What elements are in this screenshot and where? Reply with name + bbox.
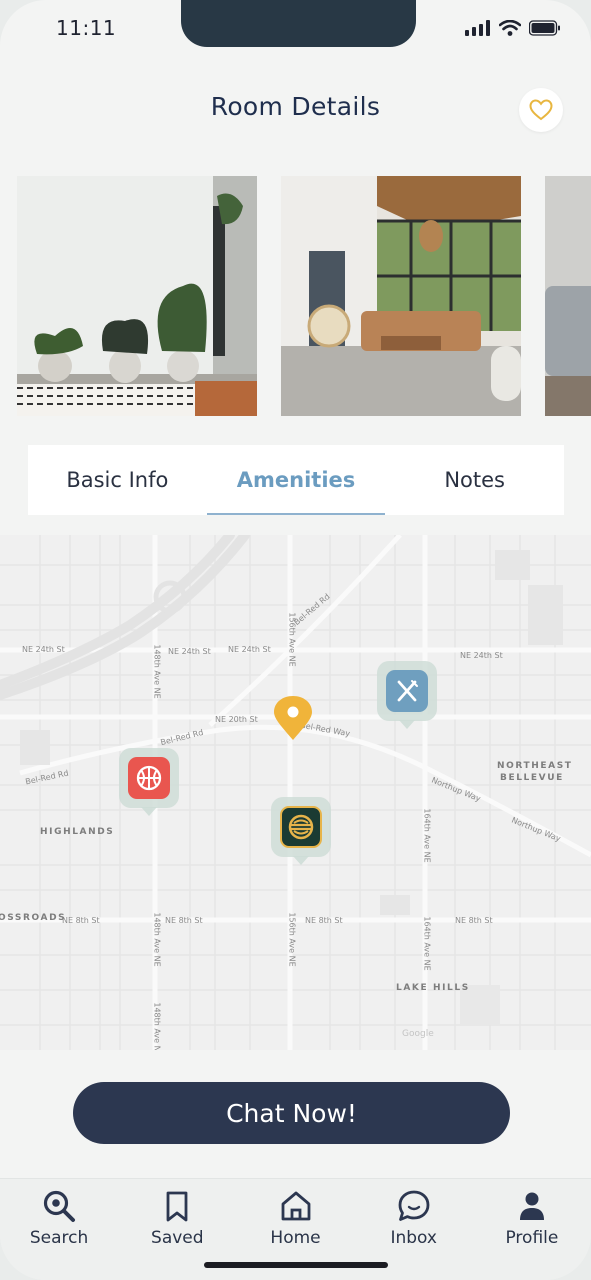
street-label: 164th Ave NE bbox=[422, 916, 432, 971]
signal-icon bbox=[465, 20, 490, 36]
nav-label: Search bbox=[29, 1228, 89, 1248]
search-icon bbox=[43, 1190, 76, 1222]
area-label-northeast: NORTHEAST bbox=[497, 761, 573, 771]
street-label: NE 8th St bbox=[165, 916, 203, 925]
nav-label: Home bbox=[270, 1228, 321, 1248]
location-pin-icon[interactable] bbox=[272, 695, 314, 741]
home-indicator bbox=[204, 1262, 388, 1268]
tab-notes[interactable]: Notes bbox=[385, 445, 564, 515]
street-label: NE 8th St bbox=[455, 916, 493, 925]
nav-item-search[interactable]: Search bbox=[0, 1179, 118, 1280]
nav-label: Profile bbox=[505, 1228, 559, 1248]
chat-bubble-icon bbox=[398, 1190, 430, 1221]
camera-notch bbox=[181, 0, 416, 47]
transit-icon bbox=[280, 806, 322, 848]
chat-now-button[interactable]: Chat Now! bbox=[73, 1082, 510, 1144]
street-label: NE 24th St bbox=[228, 645, 271, 654]
street-label: NE 8th St bbox=[305, 916, 343, 925]
street-label: NE 20th St bbox=[215, 715, 258, 724]
status-time: 11:11 bbox=[56, 16, 117, 40]
room-photo-sofa[interactable] bbox=[545, 176, 591, 416]
map-marker-basketball[interactable] bbox=[119, 748, 179, 816]
room-photo-plants[interactable] bbox=[17, 176, 257, 416]
area-label-crossroads: OSSROADS bbox=[0, 913, 67, 923]
street-label: 148th Ave NE bbox=[152, 644, 162, 699]
room-photo-living-room[interactable] bbox=[281, 176, 521, 416]
bookmark-icon bbox=[166, 1191, 188, 1222]
street-label: 164th Ave NE bbox=[422, 808, 432, 863]
photo-carousel[interactable] bbox=[17, 176, 591, 416]
area-label-highlands: HIGHLANDS bbox=[40, 827, 115, 837]
street-label: 156th Ave NE bbox=[287, 612, 297, 667]
battery-icon bbox=[529, 20, 560, 36]
wifi-icon bbox=[499, 20, 521, 36]
street-label: 148th Ave NE bbox=[152, 1002, 162, 1050]
street-label: NE 24th St bbox=[460, 651, 503, 660]
status-icons bbox=[465, 20, 561, 36]
home-icon bbox=[281, 1191, 310, 1221]
street-label: NE 8th St bbox=[62, 916, 100, 925]
basketball-icon bbox=[128, 757, 170, 799]
nav-label: Saved bbox=[151, 1228, 204, 1248]
restaurant-icon bbox=[386, 670, 428, 712]
street-label: NE 24th St bbox=[168, 647, 211, 656]
heart-icon bbox=[529, 99, 553, 121]
tab-amenities[interactable]: Amenities bbox=[206, 445, 386, 515]
map-marker-transit[interactable] bbox=[271, 797, 331, 865]
street-label: NE 24th St bbox=[22, 645, 65, 654]
tab-bar: Basic Info Amenities Notes bbox=[28, 445, 564, 515]
map-marker-restaurant[interactable] bbox=[377, 661, 437, 729]
phone-screen: 11:11 Room Details Basic Info Amenities … bbox=[0, 0, 591, 1280]
street-label: 156th Ave NE bbox=[287, 912, 297, 967]
tab-basic-info[interactable]: Basic Info bbox=[28, 445, 207, 515]
page-title: Room Details bbox=[210, 92, 381, 121]
street-label: 148th Ave NE bbox=[152, 912, 162, 967]
nav-label: Inbox bbox=[390, 1228, 437, 1248]
area-label-bellevue: BELLEVUE bbox=[500, 773, 564, 783]
amenities-map[interactable]: NE 24th St NE 24th St NE 24th St NE 24th… bbox=[0, 535, 591, 1050]
person-icon bbox=[519, 1192, 544, 1220]
nav-item-profile[interactable]: Profile bbox=[473, 1179, 591, 1280]
map-attribution: Google bbox=[402, 1029, 434, 1039]
area-label-lake-hills: LAKE HILLS bbox=[396, 983, 470, 993]
favorite-button[interactable] bbox=[519, 88, 563, 132]
